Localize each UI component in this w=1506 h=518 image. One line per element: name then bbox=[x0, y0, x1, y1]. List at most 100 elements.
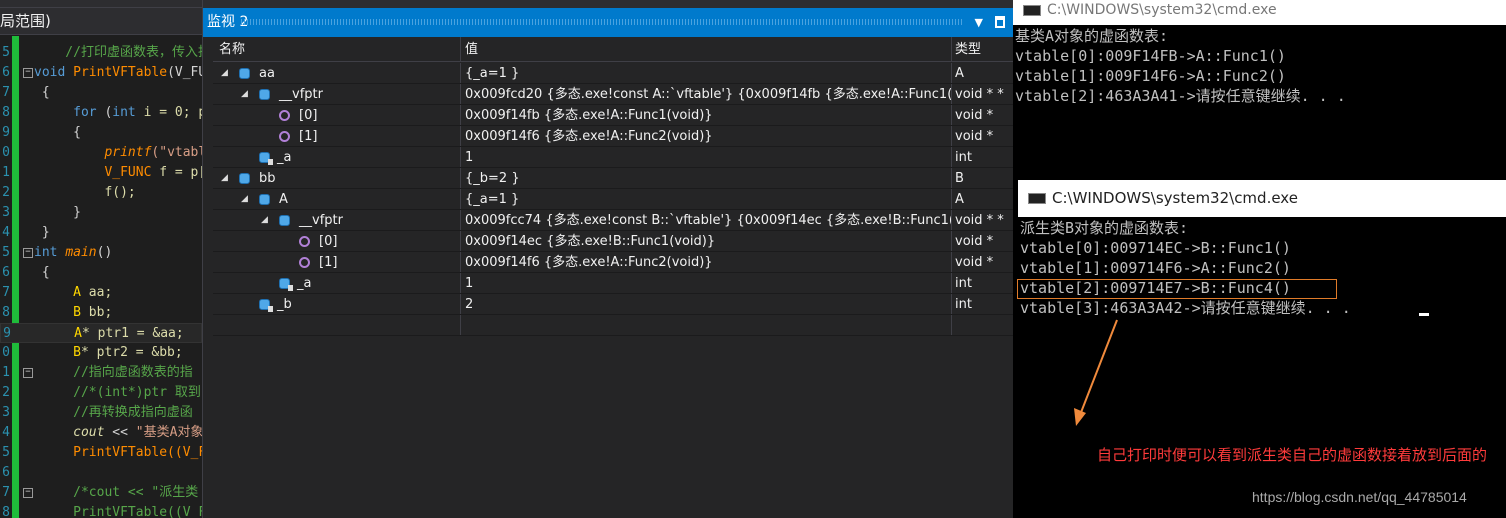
line-number: 8 bbox=[2, 105, 10, 120]
code-line[interactable]: 9 A* ptr1 = &aa; bbox=[0, 323, 202, 343]
collapse-icon[interactable]: − bbox=[23, 68, 33, 78]
watch-row[interactable]: ◢ __vfptr 0x009fcc74 {多态.exe!const B::`vft… bbox=[213, 210, 1014, 231]
code-line[interactable]: 2 //*(int*)ptr 取到 bbox=[0, 383, 202, 403]
code-token: V_FUNC bbox=[34, 165, 160, 180]
code-line[interactable]: 9 { bbox=[0, 123, 202, 143]
code-line[interactable]: 7 { bbox=[0, 83, 202, 103]
code-token: for bbox=[34, 105, 105, 120]
code-token: () bbox=[96, 245, 113, 260]
code-line[interactable]: 4 } bbox=[0, 223, 202, 243]
dropdown-icon[interactable]: ▼ bbox=[975, 8, 983, 37]
code-text: B bb; bbox=[34, 303, 112, 323]
collapse-icon[interactable]: − bbox=[23, 368, 33, 378]
code-line[interactable]: 3 //再转换成指向虚函 bbox=[0, 403, 202, 423]
console-cursor bbox=[1419, 313, 1429, 316]
console-title-bar: C:\WINDOWS\system32\cmd.exe bbox=[1018, 180, 1506, 217]
watch-value[interactable]: 0x009f14f6 {多态.exe!A::Func2(void)} bbox=[460, 126, 951, 146]
code-line[interactable]: 0 B* ptr2 = &bb; bbox=[0, 343, 202, 363]
code-line[interactable]: 2 f(); bbox=[0, 183, 202, 203]
code-line[interactable]: 1 − //指向虚函数表的指 bbox=[0, 363, 202, 383]
code-text: { bbox=[34, 263, 50, 283]
watch-value[interactable]: 0x009fcc74 {多态.exe!const B::`vftable'} {… bbox=[460, 210, 951, 230]
watch-name-cell bbox=[213, 315, 460, 335]
code-token: { bbox=[34, 125, 81, 140]
code-line[interactable]: 0 printf("vtabl bbox=[0, 143, 202, 163]
watch-row[interactable] bbox=[213, 315, 1014, 336]
watch-row[interactable]: [0] 0x009f14fb {多态.exe!A::Func1(void)} voi… bbox=[213, 105, 1014, 126]
watch-value[interactable]: 2 bbox=[460, 294, 951, 314]
watch-row[interactable]: ◢ bb {_b=2 } B bbox=[213, 168, 1014, 189]
watch-value[interactable]: 1 bbox=[460, 273, 951, 293]
code-line[interactable]: 4 cout << "基类A对象 bbox=[0, 423, 202, 443]
watch-value[interactable]: {_a=1 } bbox=[460, 189, 951, 209]
watch-name-cell: ◢ A bbox=[213, 189, 460, 209]
code-line[interactable]: 8 PrintVFTable((V_F bbox=[0, 503, 202, 518]
maximize-icon[interactable] bbox=[995, 16, 1005, 28]
column-type[interactable]: 类型 bbox=[951, 37, 1014, 61]
watch-value[interactable] bbox=[460, 315, 951, 335]
watch-value[interactable]: {_b=2 } bbox=[460, 168, 951, 188]
watch-name-cell: [0] bbox=[213, 231, 460, 251]
watch-value[interactable]: 0x009fcd20 {多态.exe!const A::`vftable'} {… bbox=[460, 84, 951, 104]
watch-name: [0] bbox=[319, 234, 338, 249]
watch-name: A bbox=[279, 192, 288, 207]
expand-triangle-icon[interactable]: ◢ bbox=[241, 84, 248, 104]
drag-grip[interactable] bbox=[241, 19, 963, 25]
watch-row[interactable]: ◢ A {_a=1 } A bbox=[213, 189, 1014, 210]
code-line[interactable]: 8 B bb; bbox=[0, 303, 202, 323]
code-text: //再转换成指向虚函 bbox=[34, 403, 193, 423]
watch-row[interactable]: _b 2 int bbox=[213, 294, 1014, 315]
collapse-icon[interactable]: − bbox=[23, 488, 33, 498]
watch-type: A bbox=[951, 63, 1014, 83]
code-token: int bbox=[34, 245, 66, 260]
watch-value[interactable]: 1 bbox=[460, 147, 951, 167]
console-line: vtable[2]:463A3A41->请按任意键继续. . . bbox=[1015, 87, 1346, 105]
code-token: PrintVFTable((V_F bbox=[34, 505, 202, 518]
code-text: { bbox=[34, 123, 81, 143]
watch-value[interactable]: 0x009f14ec {多态.exe!B::Func1(void)} bbox=[460, 231, 951, 251]
watch-window[interactable]: 监视 2 ▼ 名称 值 类型 ◢ aa {_a=1 } A ◢ __vfptr 0x009f… bbox=[202, 0, 1014, 518]
column-name[interactable]: 名称 bbox=[213, 37, 460, 61]
watch-row[interactable]: ◢ aa {_a=1 } A bbox=[213, 63, 1014, 84]
line-number: 9 bbox=[2, 125, 10, 140]
watch-value[interactable]: 0x009f14f6 {多态.exe!A::Func2(void)} bbox=[460, 252, 951, 272]
watch-name: bb bbox=[259, 171, 276, 186]
watch-name: _a bbox=[277, 150, 292, 165]
code-line[interactable]: 6 −void PrintVFTable(V_FU bbox=[0, 63, 202, 83]
code-editor[interactable]: 局范围) 5 //打印虚函数表，传入指 6− void PrintVFTable(V… bbox=[0, 0, 202, 518]
column-value[interactable]: 值 bbox=[460, 37, 951, 61]
watch-row[interactable]: [1] 0x009f14f6 {多态.exe!A::Func2(void)} voi… bbox=[213, 126, 1014, 147]
watch-row[interactable]: [1] 0x009f14f6 {多态.exe!A::Func2(void)} voi… bbox=[213, 252, 1014, 273]
watch-row[interactable]: _a 1 int bbox=[213, 147, 1014, 168]
code-line[interactable]: 7 A aa; bbox=[0, 283, 202, 303]
expand-triangle-icon[interactable]: ◢ bbox=[261, 210, 268, 230]
code-line[interactable]: 8 for (int i = 0; p bbox=[0, 103, 202, 123]
code-text: /*cout << "派生类 bbox=[34, 483, 198, 503]
code-token: main bbox=[65, 245, 97, 260]
watch-row[interactable]: [0] 0x009f14ec {多态.exe!B::Func1(void)} voi… bbox=[213, 231, 1014, 252]
code-line[interactable]: 5 //打印虚函数表，传入指 bbox=[0, 43, 202, 63]
code-line[interactable]: 3 } bbox=[0, 203, 202, 223]
code-line[interactable]: 7 − /*cout << "派生类 bbox=[0, 483, 202, 503]
watch-value[interactable]: 0x009f14fb {多态.exe!A::Func1(void)} bbox=[460, 105, 951, 125]
code-line[interactable]: 6 bbox=[0, 463, 202, 483]
code-token: ("vtabl bbox=[151, 145, 202, 160]
code-line[interactable]: 6 { bbox=[0, 263, 202, 283]
expand-triangle-icon[interactable]: ◢ bbox=[221, 168, 228, 188]
collapse-icon[interactable]: − bbox=[23, 248, 33, 258]
scope-dropdown[interactable]: 局范围) bbox=[0, 8, 202, 35]
code-line[interactable]: 5 PrintVFTable((V_F bbox=[0, 443, 202, 463]
watch-row[interactable]: ◢ __vfptr 0x009fcd20 {多态.exe!const A::`vft… bbox=[213, 84, 1014, 105]
code-token: B bbox=[34, 305, 89, 320]
code-line[interactable]: 1 V_FUNC f = p[ bbox=[0, 163, 202, 183]
expand-triangle-icon[interactable]: ◢ bbox=[221, 63, 228, 83]
code-line[interactable]: 5 − int main() bbox=[0, 243, 202, 263]
watch-name: [0] bbox=[299, 108, 318, 123]
code-token: //再转换成指向虚函 bbox=[34, 405, 193, 420]
watch-name: aa bbox=[259, 66, 275, 81]
watch-type: int bbox=[951, 294, 1014, 314]
watch-row[interactable]: _a 1 int bbox=[213, 273, 1014, 294]
watch-type: int bbox=[951, 147, 1014, 167]
watch-value[interactable]: {_a=1 } bbox=[460, 63, 951, 83]
expand-triangle-icon[interactable]: ◢ bbox=[241, 189, 248, 209]
